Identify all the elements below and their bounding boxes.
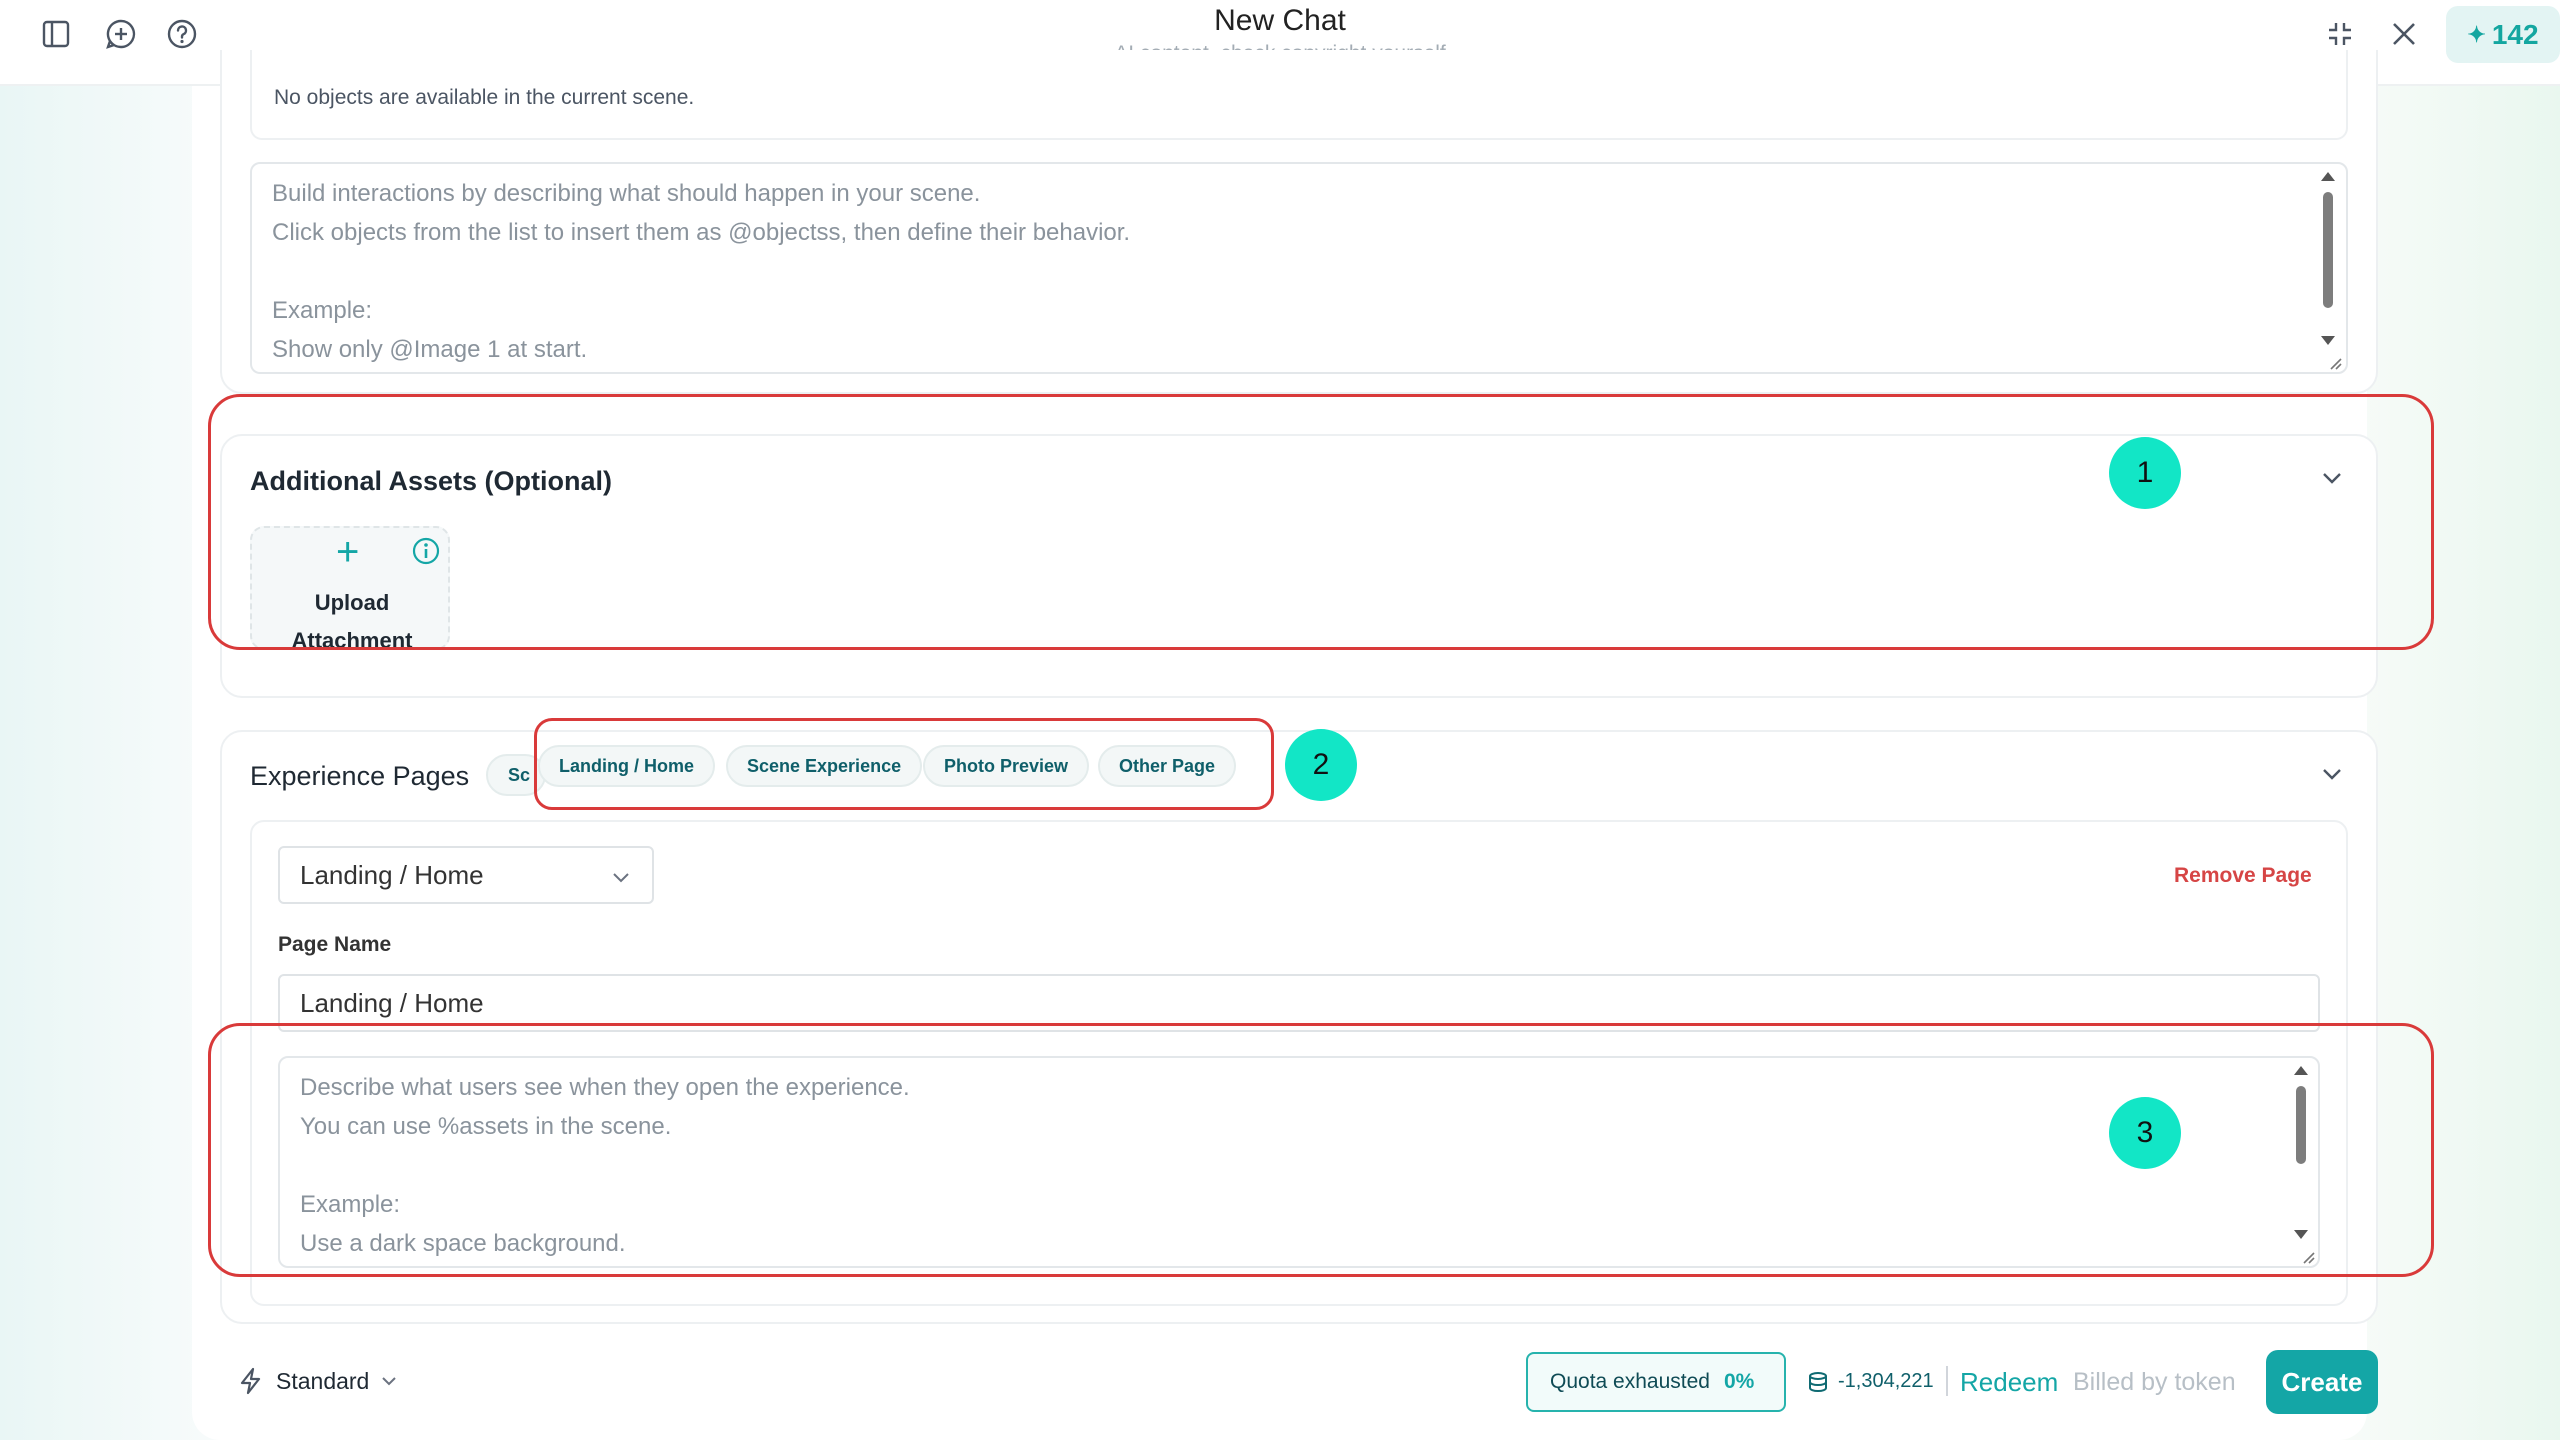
close-icon[interactable]: [2380, 10, 2428, 58]
page-type-select[interactable]: Landing / Home: [278, 846, 654, 904]
coins-icon: [1809, 1372, 1827, 1393]
annotation-badge-1: 1: [2109, 437, 2181, 509]
lightning-icon: [240, 1367, 261, 1395]
scroll-down-arrow[interactable]: [2321, 336, 2335, 345]
chevron-down-icon: [613, 873, 629, 883]
divider: [1946, 1366, 1948, 1396]
placeholder-line: [272, 252, 1130, 291]
billing-note: Billed by token: [2073, 1368, 2236, 1396]
annotation-badge-3: 3: [2109, 1097, 2181, 1169]
page-type-value: Landing / Home: [300, 859, 484, 890]
mode-label: Standard: [276, 1367, 370, 1394]
credits-badge[interactable]: ✦ 142: [2446, 6, 2560, 63]
redeem-link[interactable]: Redeem: [1960, 1367, 2058, 1398]
annotation-box-1: [208, 394, 2434, 650]
annotation-box-2: [534, 718, 1274, 810]
chevron-down-icon[interactable]: [2320, 762, 2344, 791]
credits-count: 142: [2491, 18, 2539, 50]
placeholder-line: Show only @Image 1 at start.: [272, 336, 588, 363]
resize-handle-icon[interactable]: [2328, 356, 2342, 370]
experience-pages-title: Experience Pages: [250, 761, 470, 791]
quota-percent: 0%: [1723, 1370, 1755, 1393]
quota-label: Quota exhausted: [1550, 1370, 1710, 1393]
placeholder-line: Click objects from the list to insert th…: [272, 219, 1131, 246]
placeholder-line: Build interactions by describing what sh…: [272, 180, 981, 207]
scrollbar-thumb[interactable]: [2323, 192, 2333, 308]
annotation-box-3: [208, 1023, 2434, 1277]
sparkle-icon: ✦: [2467, 21, 2486, 47]
mode-selector[interactable]: Standard: [236, 1366, 399, 1396]
token-balance: -1,304,221: [1838, 1370, 1934, 1392]
annotation-badge-2: 2: [1285, 729, 1357, 801]
no-objects-text: No objects are available in the current …: [274, 86, 695, 109]
scroll-up-arrow[interactable]: [2321, 172, 2335, 181]
remove-page-button[interactable]: Remove Page: [2174, 864, 2312, 888]
interactions-input[interactable]: Build interactions by describing what sh…: [250, 162, 2348, 374]
page-name-label: Page Name: [278, 933, 392, 956]
chevron-down-icon: [382, 1377, 397, 1386]
create-button[interactable]: Create: [2266, 1350, 2378, 1414]
placeholder-line: Example:: [272, 297, 373, 324]
quota-status[interactable]: Quota exhausted 0%: [1526, 1352, 1786, 1412]
page-title: New Chat: [1214, 4, 1346, 37]
